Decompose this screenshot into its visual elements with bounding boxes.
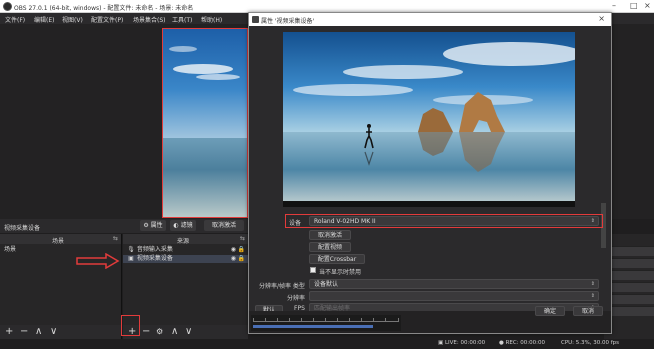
move-scene-down-button[interactable]: ∨ bbox=[50, 326, 57, 338]
configure-video-button[interactable]: 配置视频 bbox=[309, 242, 351, 252]
source-toolbar: 视频采集设备 ⚙ 属性 ◐ 滤镜 取消激活 bbox=[0, 219, 248, 233]
source-item-audio[interactable]: 🎙 音频输入采集 ◉ 🔒 bbox=[123, 246, 248, 254]
add-button-highlight-box bbox=[121, 315, 140, 336]
add-scene-button[interactable]: + bbox=[5, 326, 13, 338]
resolution-type-value: 设备默认 bbox=[314, 281, 339, 288]
menu-tools[interactable]: 工具(T) bbox=[172, 15, 192, 24]
chevron-updown-icon: ⇕ bbox=[590, 281, 595, 287]
preview-sea-image bbox=[163, 138, 247, 217]
menu-view[interactable]: 视图(V) bbox=[62, 15, 83, 24]
resolution-label: 分辨率 bbox=[287, 295, 306, 302]
deactivate-device-button[interactable]: 取消激活 bbox=[309, 230, 351, 240]
source-label: 音频输入采集 bbox=[136, 246, 173, 253]
maximize-icon[interactable]: □ bbox=[630, 1, 638, 10]
rec-status: ● REC: 00:00:00 bbox=[499, 340, 546, 346]
dialog-close-icon[interactable]: × bbox=[598, 14, 605, 23]
menu-edit[interactable]: 编辑(E) bbox=[34, 15, 54, 24]
menu-profile[interactable]: 配置文件(P) bbox=[91, 15, 123, 24]
main-preview-source[interactable] bbox=[162, 28, 248, 218]
device-select[interactable]: Roland V-02HD MK II ⇕ bbox=[309, 216, 599, 226]
dialog-icon bbox=[252, 16, 259, 23]
red-arrow-annotation-icon bbox=[76, 253, 120, 269]
sources-title: 来源 bbox=[177, 238, 190, 245]
dialog-title-bar: 属性 '视频采集设备' × bbox=[249, 13, 611, 26]
filters-button[interactable]: ◐ 滤镜 bbox=[170, 220, 196, 231]
dialog-title: 属性 '视频采集设备' bbox=[261, 18, 315, 25]
menu-help[interactable]: 帮助(H) bbox=[201, 15, 222, 24]
source-settings-gear-icon[interactable]: ⚙ bbox=[156, 326, 163, 338]
resolution-select[interactable]: ⇕ bbox=[309, 291, 599, 301]
visibility-eye-icon[interactable]: ◉ bbox=[231, 246, 236, 254]
scenes-header: 场景 ⇆ bbox=[0, 234, 121, 245]
cpu-status: CPU: 5.3%, 30.00 fps bbox=[561, 340, 620, 346]
microphone-icon: 🎙 bbox=[127, 246, 135, 253]
disable-when-hidden-label: 当不显示时禁用 bbox=[319, 269, 362, 276]
obs-logo-icon bbox=[3, 2, 12, 11]
scenes-footer: + − ∧ ∨ bbox=[0, 325, 121, 339]
sources-dock: 来源 ⇆ 🎙 音频输入采集 ◉ 🔒 ▣ 视频采集设备 ◉ 🔒 + − ⚙ ∧ ∨ bbox=[123, 234, 248, 339]
camera-icon: ▣ bbox=[128, 255, 134, 262]
live-status: ▣ LIVE: 00:00:00 bbox=[438, 340, 486, 346]
menu-file[interactable]: 文件(F) bbox=[5, 15, 25, 24]
source-label: 视频采集设备 bbox=[136, 255, 173, 262]
resolution-type-select[interactable]: 设备默认 ⇕ bbox=[309, 279, 599, 289]
volume-level-bar[interactable] bbox=[253, 325, 373, 328]
menu-scene-collection[interactable]: 场景集合(S) bbox=[133, 15, 166, 24]
sources-footer: + − ⚙ ∧ ∨ bbox=[123, 325, 248, 339]
device-label: 设备 bbox=[289, 220, 302, 227]
properties-button[interactable]: ⚙ 属性 bbox=[140, 220, 166, 231]
move-source-down-button[interactable]: ∨ bbox=[185, 326, 192, 338]
close-icon[interactable]: × bbox=[644, 1, 651, 10]
chevron-updown-icon: ⇕ bbox=[590, 218, 595, 224]
window-title: OBS 27.0.1 (64-bit, windows) - 配置文件: 未命名… bbox=[14, 5, 194, 12]
chevron-updown-icon: ⇕ bbox=[590, 293, 595, 299]
device-value: Roland V-02HD MK II bbox=[314, 218, 376, 225]
preview-sky-image bbox=[163, 29, 247, 139]
remove-scene-button[interactable]: − bbox=[20, 326, 28, 338]
ok-button[interactable]: 确定 bbox=[535, 306, 565, 316]
move-source-up-button[interactable]: ∧ bbox=[171, 326, 178, 338]
cloud-icon bbox=[169, 46, 240, 80]
properties-dialog: 属性 '视频采集设备' × 设备 Roland V-02HD MK II ⇕ 取… bbox=[248, 12, 612, 334]
configure-crossbar-button[interactable]: 配置Crossbar bbox=[309, 254, 365, 264]
selected-source-label: 视频采集设备 bbox=[4, 225, 41, 232]
dialog-video-preview bbox=[283, 32, 575, 207]
remove-source-button[interactable]: − bbox=[142, 326, 150, 338]
deactivate-button[interactable]: 取消激活 bbox=[204, 220, 244, 231]
dock-pin-icon[interactable]: ⇆ bbox=[113, 235, 118, 242]
lock-icon[interactable]: 🔒 bbox=[238, 255, 245, 263]
dock-pin-icon[interactable]: ⇆ bbox=[240, 235, 245, 242]
scenes-title: 场景 bbox=[52, 238, 65, 245]
scenes-dock: 场景 ⇆ 场景 + − ∧ ∨ bbox=[0, 234, 122, 339]
cancel-button[interactable]: 取消 bbox=[573, 306, 603, 316]
status-bar: ▣ LIVE: 00:00:00 ● REC: 00:00:00 CPU: 5.… bbox=[0, 339, 654, 349]
meter-ticks bbox=[253, 318, 399, 322]
minimize-icon[interactable]: – bbox=[612, 1, 616, 10]
audio-meter-timeline bbox=[251, 315, 401, 331]
visibility-eye-icon[interactable]: ◉ bbox=[231, 255, 236, 263]
move-scene-up-button[interactable]: ∧ bbox=[35, 326, 42, 338]
source-item-video[interactable]: ▣ 视频采集设备 ◉ 🔒 bbox=[123, 255, 248, 263]
sources-header: 来源 ⇆ bbox=[123, 234, 248, 245]
lock-icon[interactable]: 🔒 bbox=[238, 246, 245, 254]
disable-when-hidden-checkbox[interactable] bbox=[310, 267, 316, 273]
resolution-type-label: 分辨率/帧率 类型 bbox=[259, 283, 305, 290]
beach-scene-image bbox=[283, 32, 575, 207]
